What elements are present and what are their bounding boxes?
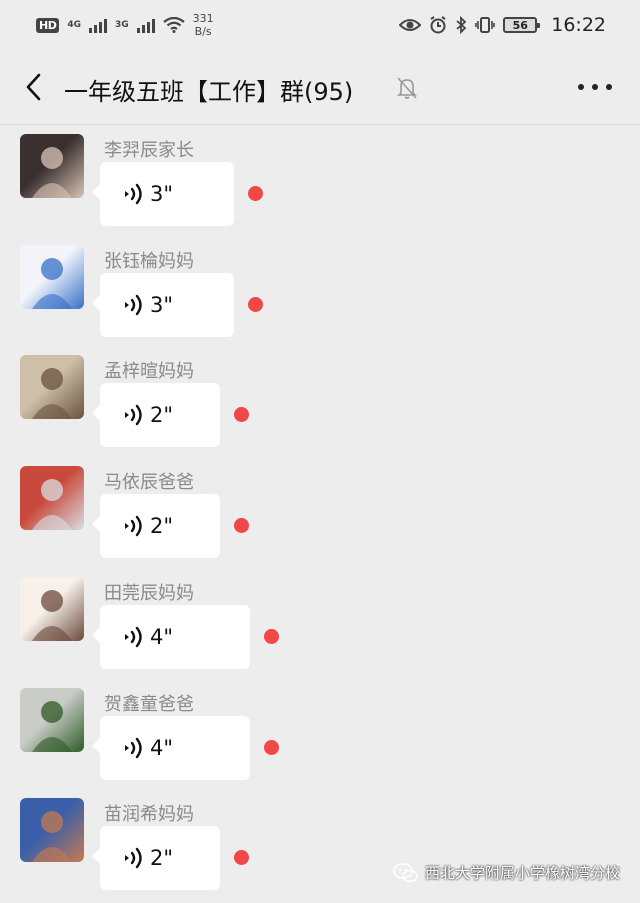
- voice-message-bubble[interactable]: 2": [92, 383, 220, 447]
- avatar[interactable]: [20, 134, 84, 198]
- voice-duration: 2": [150, 846, 174, 870]
- message-item: 孟梓暄妈妈 2": [0, 347, 640, 457]
- voice-duration: 2": [150, 403, 174, 427]
- battery-icon: 56: [503, 17, 541, 33]
- message-item: 张钰棆妈妈 3": [0, 237, 640, 347]
- voice-message-bubble[interactable]: 4": [92, 716, 250, 780]
- message-item: 李羿辰家长 3": [0, 126, 640, 236]
- message-item: 苗润希妈妈 2": [0, 790, 640, 900]
- speed-value: 331: [192, 12, 214, 25]
- avatar-figure-icon: [32, 368, 72, 419]
- account-watermark: 西北大学附属小学橡树湾分校: [393, 862, 620, 883]
- more-options-button[interactable]: [578, 75, 612, 99]
- sender-name: 田莞辰妈妈: [104, 583, 194, 604]
- signal-icon-2: [136, 17, 155, 33]
- voice-message-bubble[interactable]: 4": [92, 605, 250, 669]
- voice-wave-icon: [125, 626, 142, 648]
- unread-dot: [234, 407, 249, 422]
- alarm-icon: [430, 16, 446, 34]
- sender-name: 马依辰爸爸: [104, 472, 194, 493]
- watermark-text: 西北大学附属小学橡树湾分校: [424, 864, 620, 882]
- mute-bell-icon: [397, 77, 417, 99]
- avatar-figure-icon: [32, 479, 72, 530]
- vibrate-icon: [475, 17, 496, 33]
- wifi-icon: [162, 17, 185, 33]
- sender-name: 张钰棆妈妈: [104, 251, 194, 272]
- message-item: 马依辰爸爸 2": [0, 458, 640, 568]
- voice-duration: 3": [150, 293, 174, 317]
- back-button[interactable]: [18, 72, 48, 102]
- voice-message-bubble[interactable]: 2": [92, 826, 220, 890]
- avatar[interactable]: [20, 688, 84, 752]
- unread-dot: [264, 740, 279, 755]
- avatar-figure-icon: [32, 147, 72, 198]
- voice-wave-icon: [125, 404, 142, 426]
- chat-title: 一年级五班【工作】群(95): [64, 78, 354, 106]
- dot-icon: [578, 84, 584, 90]
- avatar-figure-icon: [32, 701, 72, 752]
- voice-wave-icon: [125, 515, 142, 537]
- voice-wave-icon: [125, 183, 142, 205]
- unread-dot: [248, 186, 263, 201]
- unread-dot: [248, 297, 263, 312]
- voice-wave-icon: [125, 737, 142, 759]
- avatar-figure-icon: [32, 590, 72, 641]
- avatar-figure-icon: [32, 258, 72, 309]
- message-item: 田莞辰妈妈 4": [0, 569, 640, 679]
- dot-icon: [592, 84, 598, 90]
- avatar[interactable]: [20, 466, 84, 530]
- avatar[interactable]: [20, 798, 84, 862]
- avatar[interactable]: [20, 355, 84, 419]
- status-bar: HD 4G 3G 331 B/s 56 16:22: [0, 0, 640, 50]
- status-left: HD 4G 3G 331 B/s: [36, 12, 214, 38]
- network-speed: 331 B/s: [193, 12, 214, 38]
- speed-unit: B/s: [194, 25, 212, 38]
- avatar[interactable]: [20, 245, 84, 309]
- network-4g-label: 4G: [67, 19, 81, 30]
- avatar[interactable]: [20, 577, 84, 641]
- avatar-figure-icon: [32, 811, 72, 862]
- chevron-left-icon: [26, 73, 41, 101]
- sender-name: 李羿辰家长: [104, 140, 194, 161]
- unread-dot: [234, 850, 249, 865]
- signal-icon: [89, 17, 107, 33]
- voice-message-bubble[interactable]: 3": [92, 273, 234, 337]
- voice-wave-icon: [125, 847, 142, 869]
- voice-duration: 4": [150, 625, 174, 649]
- hd-badge: HD: [36, 17, 60, 33]
- wechat-logo-icon: [393, 862, 418, 882]
- sender-name: 贺鑫童爸爸: [104, 694, 194, 715]
- network-3g-label: 3G: [115, 19, 129, 30]
- voice-message-bubble[interactable]: 2": [92, 494, 220, 558]
- sender-name: 苗润希妈妈: [104, 804, 194, 825]
- chat-header: 一年级五班【工作】群(95): [0, 50, 640, 125]
- unread-dot: [264, 629, 279, 644]
- status-right: 56 16:22: [399, 14, 606, 36]
- clock: 16:22: [551, 14, 606, 36]
- sender-name: 孟梓暄妈妈: [104, 361, 194, 382]
- voice-message-bubble[interactable]: 3": [92, 162, 234, 226]
- bluetooth-icon: [456, 16, 467, 34]
- unread-dot: [234, 518, 249, 533]
- dot-icon: [606, 84, 612, 90]
- voice-duration: 3": [150, 182, 174, 206]
- message-item: 贺鑫童爸爸 4": [0, 680, 640, 790]
- voice-duration: 2": [150, 514, 174, 538]
- voice-duration: 4": [150, 736, 174, 760]
- voice-wave-icon: [125, 294, 142, 316]
- eye-icon: [399, 19, 422, 31]
